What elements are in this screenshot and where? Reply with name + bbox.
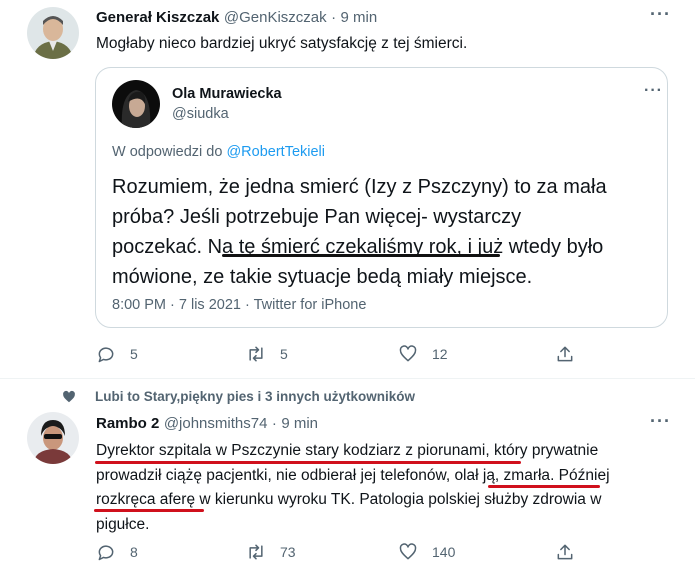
like-button[interactable]: 12 [398,344,448,364]
reply-prefix: W odpowiedzi do [112,144,223,160]
tweet-2-header: Rambo 2 @johnsmiths74 · 9 min [96,415,318,433]
retweet-icon [249,346,263,362]
tweet-2-line-4: pigułce. [96,515,150,533]
separator-dot: · [271,415,277,432]
like-button[interactable]: 140 [398,542,455,562]
share-icon [557,544,573,560]
quote-footer[interactable]: 8:00 PM · 7 lis 2021 · Twitter for iPhon… [112,297,366,313]
tweet-2[interactable]: Lubi to Stary,piękny pies i 3 innych uży… [0,379,695,578]
quoted-tweet[interactable]: Ola Murawiecka @siudka ··· W odpowiedzi … [95,67,668,328]
avatar-general-kiszczak[interactable] [27,7,79,59]
reply-button[interactable]: 5 [96,344,138,364]
avatar-rambo-2[interactable] [27,412,79,464]
tweet-2-text: Dyrektor szpitala w Pszczynie stary kodz… [96,439,610,537]
tweet-2-line-1-end: , który prywatnie [485,442,599,459]
retweet-button[interactable]: 5 [246,344,288,364]
reply-count: 8 [130,544,138,560]
heart-filled-icon [63,390,75,403]
tweet-1[interactable]: Generał Kiszczak @GenKiszczak · 9 min ··… [0,0,695,378]
quote-line-3: poczekać. Na tę śmierć czekaliśmy rok, i… [112,232,607,262]
avatar-ola-murawiecka[interactable] [112,80,160,128]
like-count: 12 [432,346,448,362]
red-underline-annotation-3 [94,509,204,512]
underlined-phrase-3: rozkręca aferę [96,491,196,508]
author-handle[interactable]: @johnsmiths74 [164,415,268,432]
heart-icon [399,345,417,362]
share-icon [557,346,573,362]
tweet-time[interactable]: 9 min [281,415,318,432]
reply-count: 5 [130,346,138,362]
reply-icon [98,545,114,561]
reply-button[interactable]: 8 [96,542,138,562]
avatar-image [112,80,160,128]
quote-line-4: mówione, ze takie sytuacje bedą miały mi… [112,266,533,288]
separator-dot: · [331,9,337,26]
tweet-2-line-3-end: w kierunku wyroku TK. Patologia polskiej… [195,491,602,508]
quote-line-3-start: poczekać. [112,236,208,258]
black-underline-annotation [222,254,500,257]
avatar-image [27,412,79,464]
liked-by-text: Lubi to Stary,piękny pies i 3 innych uży… [95,389,416,404]
more-icon[interactable]: ··· [650,4,671,25]
retweet-count: 73 [280,544,296,560]
tweet-1-header: Generał Kiszczak @GenKiszczak · 9 min [96,9,377,27]
author-handle[interactable]: @GenKiszczak [224,9,327,26]
like-count: 140 [432,544,456,560]
quote-line-1: Rozumiem, że jedna smierć (Izy z Pszczyn… [112,176,607,198]
tweet-time[interactable]: 9 min [341,9,378,26]
reply-to-link[interactable]: @RobertTekieli [226,144,325,160]
author-name[interactable]: Generał Kiszczak [96,9,219,26]
avatar-image [27,7,79,59]
retweet-button[interactable]: 73 [246,542,296,562]
underlined-phrase-1: Dyrektor szpitala w Pszczynie stary kodz… [96,442,486,459]
retweet-count: 5 [280,346,288,362]
reply-context: W odpowiedzi do @RobertTekieli [112,144,325,160]
retweet-icon [249,544,263,560]
reply-icon [98,347,114,363]
quote-text: Rozumiem, że jedna smierć (Izy z Pszczyn… [112,172,607,292]
quote-author-handle[interactable]: @siudka [172,106,229,122]
more-icon[interactable]: ··· [650,411,671,432]
quote-author-name[interactable]: Ola Murawiecka [172,86,282,102]
red-underline-annotation-1 [95,461,521,464]
quote-line-2: próba? Jeśli potrzebuje Pan więcej- wyst… [112,206,522,228]
underlined-phrase-2: olał ją, zmarła [454,466,551,484]
tweet-2-line-2-end: . Później [550,466,610,484]
tweet-2-line-1: Dyrektor szpitala w Pszczynie stary kodz… [96,439,610,464]
share-button[interactable] [555,344,575,364]
author-name[interactable]: Rambo 2 [96,415,159,432]
quote-more-icon[interactable]: ··· [644,82,663,100]
tweet-text: Mogłaby nieco bardziej ukryć satysfakcję… [96,35,468,52]
tweet-2-line-2-start: prowadził ciążę pacjentki, nie odbierał … [96,466,455,484]
red-underline-annotation-2 [488,485,600,488]
heart-icon [399,543,417,560]
social-context[interactable]: Lubi to Stary,piękny pies i 3 innych uży… [62,389,415,404]
share-button[interactable] [555,542,575,562]
